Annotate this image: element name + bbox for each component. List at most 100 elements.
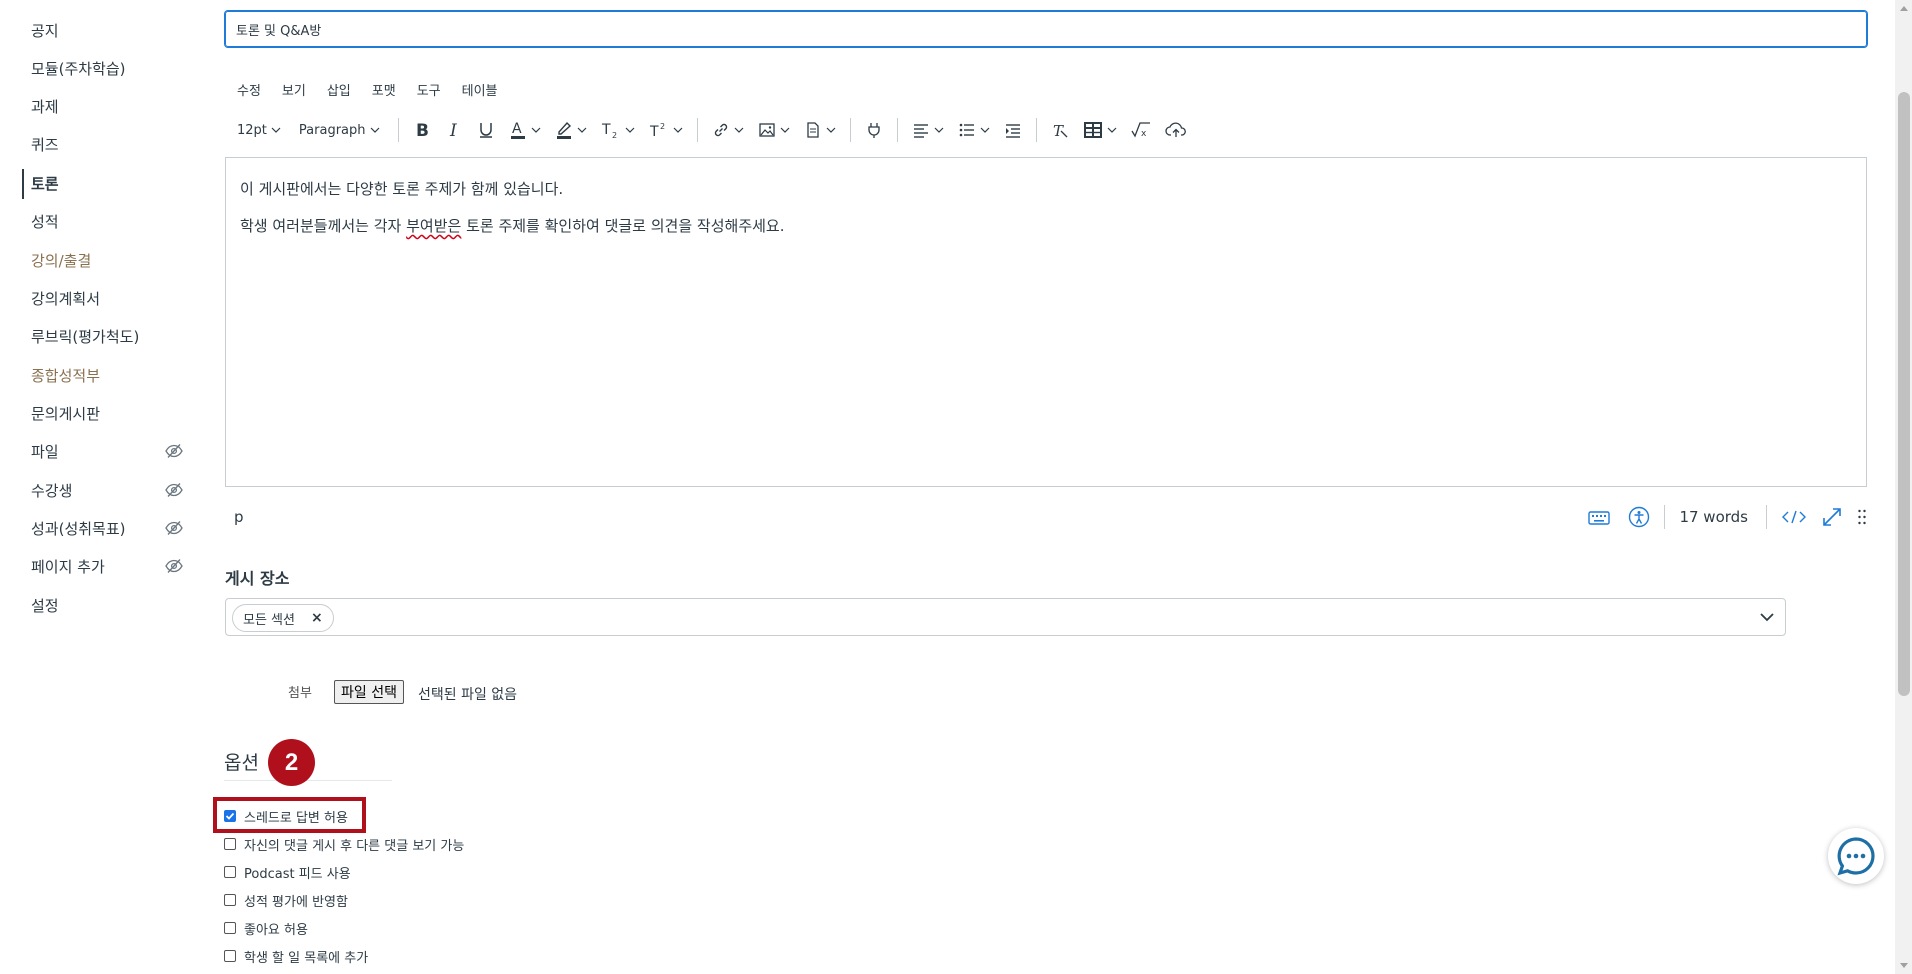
sidebar-item-students[interactable]: 수강생 xyxy=(24,476,184,504)
option-checkbox[interactable] xyxy=(224,810,236,822)
sidebar-item-syllabus[interactable]: 강의계획서 xyxy=(24,284,184,312)
option-checkbox[interactable] xyxy=(224,866,236,878)
section-chip[interactable]: 모든 섹션 × xyxy=(232,604,334,632)
upload-media-button[interactable] xyxy=(1164,121,1187,139)
sidebar-item-label: 공지 xyxy=(31,21,59,40)
scroll-down-arrow[interactable] xyxy=(1900,963,1908,968)
menu-format[interactable]: 포맷 xyxy=(372,80,396,99)
clear-formatting-icon: T xyxy=(1053,122,1067,139)
document-icon xyxy=(806,122,819,138)
document-button[interactable] xyxy=(804,121,836,139)
option-checkbox[interactable] xyxy=(224,922,236,934)
bold-button[interactable]: B xyxy=(413,121,431,139)
eye-slash-icon xyxy=(165,521,183,535)
sidebar-item-settings[interactable]: 설정 xyxy=(24,591,184,619)
menu-table[interactable]: 테이블 xyxy=(462,80,498,99)
chevron-down-icon xyxy=(934,127,943,133)
image-button[interactable] xyxy=(758,121,790,139)
option-podcast-feed[interactable]: Podcast 피드 사용 xyxy=(224,862,351,882)
menu-view[interactable]: 보기 xyxy=(282,80,306,99)
sidebar-item-announcements[interactable]: 공지 xyxy=(24,16,184,44)
option-checkbox[interactable] xyxy=(224,894,236,906)
sidebar-item-grades[interactable]: 성적 xyxy=(24,207,184,235)
sidebar-item-quizzes[interactable]: 퀴즈 xyxy=(24,130,184,158)
menu-tools[interactable]: 도구 xyxy=(417,80,441,99)
rich-text-editor-body[interactable]: 이 게시판에서는 다양한 토론 주제가 함께 있습니다. 학생 여러분들께서는 … xyxy=(225,157,1867,487)
sidebar-item-label: 성과(성취목표) xyxy=(31,519,126,538)
equation-button[interactable]: x xyxy=(1130,121,1151,139)
statusbar-divider xyxy=(1664,505,1666,529)
sidebar-item-files[interactable]: 파일 xyxy=(24,437,184,465)
element-path[interactable]: p xyxy=(234,508,244,526)
subscript-button[interactable]: T2 xyxy=(601,121,635,139)
sidebar-item-pages[interactable]: 페이지 추가 xyxy=(24,552,184,580)
svg-text:2: 2 xyxy=(660,122,665,131)
svg-text:2: 2 xyxy=(612,131,617,139)
align-button[interactable] xyxy=(912,121,944,139)
apps-plugin-button[interactable] xyxy=(865,121,883,139)
option-must-post-first[interactable]: 자신의 댓글 게시 후 다른 댓글 보기 가능 xyxy=(224,834,464,854)
editor-toolbar: 12pt Paragraph B I A T2 T2 T x xyxy=(237,117,1201,143)
option-checkbox[interactable] xyxy=(224,838,236,850)
section-select[interactable]: 모든 섹션 × xyxy=(225,598,1786,636)
sidebar-item-gradebook[interactable]: 종합성적부 xyxy=(24,361,184,389)
option-threaded-replies[interactable]: 스레드로 답변 허용 xyxy=(224,806,348,826)
resize-handle-icon[interactable] xyxy=(1857,508,1867,526)
option-label: 학생 할 일 목록에 추가 xyxy=(244,950,369,966)
scrollbar-thumb[interactable] xyxy=(1898,92,1910,696)
sidebar-item-discussions[interactable]: 토론 xyxy=(22,169,184,199)
html-source-icon[interactable] xyxy=(1781,509,1807,525)
sidebar-item-outcomes[interactable]: 성과(성취목표) xyxy=(24,514,184,542)
chevron-down-icon xyxy=(780,127,789,133)
option-label: Podcast 피드 사용 xyxy=(244,866,351,882)
page-scrollbar[interactable] xyxy=(1895,0,1912,974)
indent-button[interactable] xyxy=(1004,121,1022,139)
chevron-down-icon xyxy=(531,127,540,133)
superscript-button[interactable]: T2 xyxy=(649,121,683,139)
sidebar-item-inquiry-board[interactable]: 문의게시판 xyxy=(24,399,184,427)
highlighter-icon xyxy=(556,121,571,139)
option-allow-liking[interactable]: 좋아요 허용 xyxy=(224,918,308,938)
font-size-dropdown[interactable]: 12pt xyxy=(237,123,281,138)
sidebar-item-lectures-attendance[interactable]: 강의/출결 xyxy=(24,246,184,274)
menu-edit[interactable]: 수정 xyxy=(237,80,261,99)
table-button[interactable] xyxy=(1083,121,1117,139)
sidebar-item-label: 성적 xyxy=(31,212,59,231)
link-button[interactable] xyxy=(712,121,744,139)
editor-menubar: 수정 보기 삽입 포맷 도구 테이블 xyxy=(237,80,519,99)
keyboard-icon[interactable] xyxy=(1588,508,1611,526)
bold-icon: B xyxy=(416,121,429,139)
chevron-down-icon[interactable] xyxy=(1759,609,1775,625)
sidebar-item-label: 토론 xyxy=(31,174,59,193)
block-format-dropdown[interactable]: Paragraph xyxy=(299,123,380,138)
bullet-list-icon xyxy=(959,123,974,137)
sidebar-item-modules[interactable]: 모듈(주차학습) xyxy=(24,54,184,82)
chevron-down-icon xyxy=(734,127,743,133)
square-root-icon: x xyxy=(1130,122,1150,139)
italic-button[interactable]: I xyxy=(445,121,463,139)
discussion-title-input[interactable]: 토론 및 Q&A방 xyxy=(225,11,1867,47)
sidebar-item-assignments[interactable]: 과제 xyxy=(24,92,184,120)
bullet-list-button[interactable] xyxy=(958,121,990,139)
editor-text: 학생 여러분들께서는 각자 xyxy=(240,217,407,235)
sidebar-item-label: 모듈(주차학습) xyxy=(31,59,126,78)
accessibility-icon[interactable] xyxy=(1628,506,1650,528)
menu-insert[interactable]: 삽입 xyxy=(327,80,351,99)
toolbar-divider xyxy=(849,118,851,142)
word-count[interactable]: 17 words xyxy=(1679,508,1748,526)
choose-file-button[interactable]: 파일 선택 xyxy=(334,680,404,704)
chat-support-button[interactable] xyxy=(1828,828,1884,884)
scroll-up-arrow[interactable] xyxy=(1900,6,1908,11)
sidebar-item-label: 강의계획서 xyxy=(31,289,101,308)
highlight-color-button[interactable] xyxy=(555,120,587,140)
remove-chip-icon[interactable]: × xyxy=(311,610,323,626)
option-graded[interactable]: 성적 평가에 반영함 xyxy=(224,890,348,910)
fullscreen-expand-icon[interactable] xyxy=(1821,506,1843,528)
eye-slash-icon xyxy=(165,559,183,573)
option-add-to-todo[interactable]: 학생 할 일 목록에 추가 xyxy=(224,946,368,966)
sidebar-item-rubrics[interactable]: 루브릭(평가척도) xyxy=(24,322,184,350)
underline-button[interactable] xyxy=(477,121,495,139)
clear-formatting-button[interactable]: T xyxy=(1051,121,1069,139)
text-color-button[interactable]: A xyxy=(509,120,541,140)
option-checkbox[interactable] xyxy=(224,950,236,962)
